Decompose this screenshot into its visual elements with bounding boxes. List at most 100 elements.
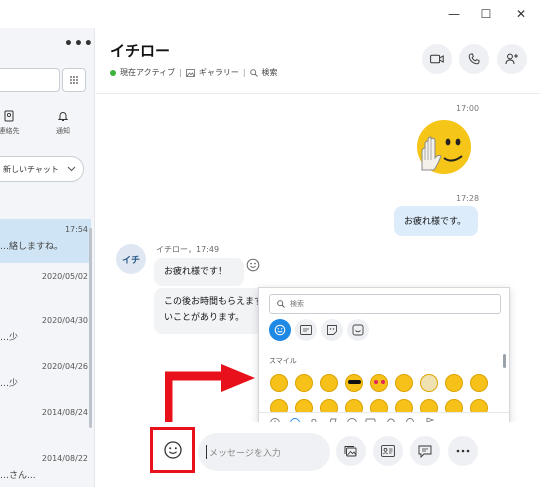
share-contact-button[interactable] (373, 436, 403, 466)
smiley-icon (163, 441, 182, 459)
sticker-icon (327, 325, 337, 335)
contact-avatar[interactable]: イチ (116, 244, 146, 274)
emoji-smile[interactable] (270, 374, 288, 392)
audio-call-button[interactable] (459, 44, 489, 74)
ellipsis-icon (456, 449, 470, 453)
tab-emoticons[interactable] (269, 319, 291, 341)
conversation-snippet: …少 (0, 379, 19, 389)
more-options-button[interactable]: ••• (64, 36, 94, 52)
contact-status-bar: 現在アクティブ | ギャラリー | 検索 (110, 67, 278, 78)
emoji-search-placeholder: 検索 (290, 300, 304, 308)
search-link[interactable]: 検索 (262, 67, 278, 78)
video-call-button[interactable] (422, 44, 452, 74)
red-arrow-annotation (165, 364, 255, 426)
conversation-item[interactable]: 2020/05/02 (0, 272, 88, 308)
conversation-item[interactable]: 2020/04/26 …少 (0, 362, 88, 398)
search-icon (277, 300, 285, 308)
image-gallery-icon (344, 446, 357, 457)
emoji-scrollbar[interactable] (503, 354, 506, 368)
send-file-button[interactable] (336, 436, 366, 466)
message-time: 17:00 (456, 104, 480, 113)
presence-status: 現在アクティブ (120, 68, 176, 77)
conversation-date: 2020/04/30 (41, 316, 88, 325)
gallery-link[interactable]: ギャラリー (199, 67, 239, 78)
conversation-date: 2014/08/24 (41, 408, 88, 417)
sidebar: ••• 連絡先 通知 新しいチャット 17:54 …絡しますね。 2020/05… (0, 28, 95, 487)
tab-moji[interactable] (347, 319, 369, 341)
gallery-icon (185, 68, 195, 77)
smiley-outline-icon (246, 258, 260, 272)
skype-window: — ☐ ✕ ••• 連絡先 通知 新しいチャット 17:54 …絡しますね。 2… (0, 0, 540, 487)
my-message-bubble[interactable]: お疲れ様です。 (394, 206, 478, 236)
conversation-item[interactable]: 2014/08/24 (0, 408, 88, 444)
conversation-item[interactable]: 17:54 …絡しますね。 (0, 225, 88, 261)
sender-meta: イチロー，17:49 (156, 245, 220, 254)
emoji-sleepy[interactable] (420, 374, 438, 392)
add-person-icon (505, 53, 518, 65)
sidebar-search-input[interactable] (0, 68, 60, 92)
title-bar: — ☐ ✕ (0, 0, 540, 28)
emoji-worried[interactable] (445, 374, 463, 392)
conversation-date: 17:54 (64, 225, 88, 234)
sidebar-scrollbar[interactable] (89, 228, 92, 428)
dialpad-icon (70, 76, 78, 84)
their-message-bubble[interactable]: お疲れ様です！ (154, 258, 244, 286)
contacts-icon (4, 110, 14, 122)
media-chat-button[interactable] (410, 436, 440, 466)
text-cursor (206, 445, 207, 459)
conversation-snippet: …絡しますね。 (0, 242, 64, 252)
nav-contacts-label: 連絡先 (0, 127, 20, 135)
conversation-date: 2020/04/26 (41, 362, 88, 371)
emoji-panel: 検索 スマイル (258, 287, 510, 432)
emoji-surprised[interactable] (395, 374, 413, 392)
more-composer-options-button[interactable] (448, 436, 478, 466)
phone-icon (468, 53, 480, 65)
contact-name[interactable]: イチロー (110, 40, 170, 61)
emoji-grin[interactable] (470, 374, 488, 392)
conversation-item[interactable]: 2014/08/22 …さん... (0, 454, 88, 484)
chat-header: イチロー 現在アクティブ | ギャラリー | 検索 (96, 28, 540, 94)
message-time: 17:28 (456, 194, 480, 203)
new-chat-button[interactable]: 新しいチャット (0, 156, 84, 182)
message-input[interactable]: メッセージを入力 (198, 433, 330, 471)
conversation-date: 2014/08/22 (41, 454, 88, 463)
dialpad-button[interactable] (62, 68, 86, 92)
message-input-placeholder: メッセージを入力 (209, 448, 281, 459)
conversation-item[interactable]: 2020/04/30 …少 (0, 316, 88, 352)
emoji-cool[interactable] (345, 374, 363, 392)
search-icon (249, 68, 258, 77)
nav-notifications[interactable]: 通知 (48, 110, 78, 136)
emoji-sad[interactable] (295, 374, 313, 392)
minimize-button[interactable]: — (438, 0, 470, 28)
conversation-snippet: …少 (0, 333, 19, 343)
emoji-search-input[interactable]: 検索 (269, 294, 501, 314)
conversation-snippet: …さん... (0, 471, 36, 481)
nav-notifications-label: 通知 (56, 127, 70, 135)
chat-bubble-icon (418, 445, 432, 458)
chevron-down-icon (67, 166, 76, 172)
conversation-date: 2020/05/02 (41, 272, 88, 281)
contact-card-icon (381, 445, 395, 457)
add-participant-button[interactable] (497, 44, 527, 74)
my-message-text: お疲れ様です。 (404, 217, 467, 227)
avatar-initials: イチ (121, 255, 140, 266)
tab-stickers[interactable] (321, 319, 343, 341)
video-camera-icon (430, 54, 444, 64)
bell-icon (57, 112, 69, 121)
waving-hand-emoji-icon (417, 120, 471, 174)
maximize-button[interactable]: ☐ (470, 0, 502, 28)
their-message-text: お疲れ様です！ (164, 267, 228, 277)
emoji-button[interactable] (150, 427, 195, 473)
presence-dot-icon (110, 69, 116, 76)
emoji-laugh[interactable] (320, 374, 338, 392)
nav-contacts[interactable]: 連絡先 (0, 110, 24, 136)
tab-gif[interactable] (295, 319, 317, 341)
emoji-inlove[interactable] (370, 374, 388, 392)
moji-icon (352, 324, 364, 336)
close-button[interactable]: ✕ (505, 0, 537, 28)
emoji-category-label: スマイル (269, 357, 297, 365)
smiley-icon (274, 324, 286, 336)
new-chat-label: 新しいチャット (3, 164, 59, 174)
react-button[interactable] (246, 257, 260, 272)
gif-icon (300, 325, 312, 335)
